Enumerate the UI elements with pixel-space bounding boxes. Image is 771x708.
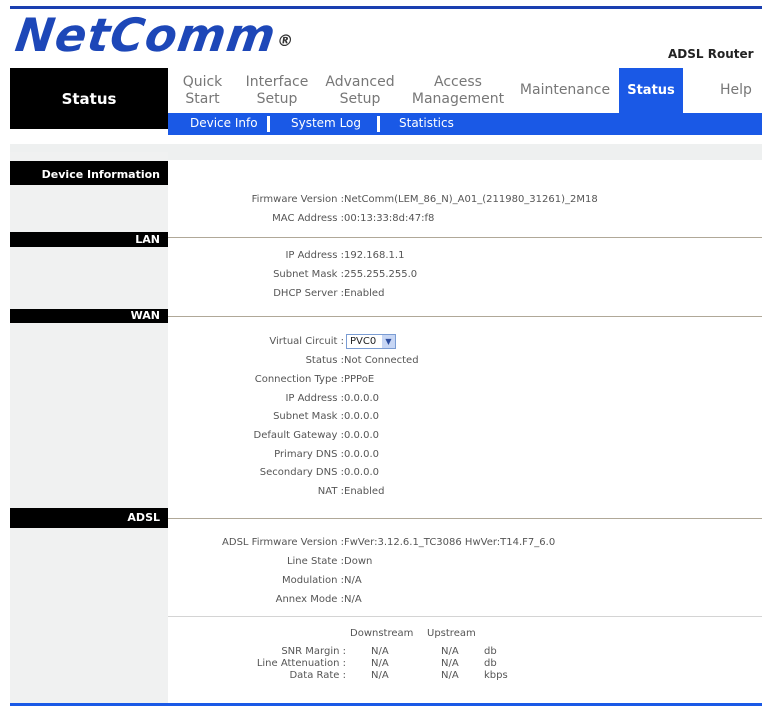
row-lan-ip: IP Address : 192.168.1.1: [168, 250, 762, 266]
conn-type-label: Connection Type :: [254, 374, 344, 385]
row-wan-status: Status : Not Connected: [168, 355, 762, 371]
gateway-value: 0.0.0.0: [344, 430, 379, 441]
row-default-gateway: Default Gateway : 0.0.0.0: [168, 430, 762, 446]
menu-advanced-setup[interactable]: Advanced Setup: [320, 68, 400, 113]
row-connection-type: Connection Type : PPPoE: [168, 374, 762, 390]
section-adsl: ADSL: [10, 508, 168, 528]
col-downstream-header: Downstream: [350, 628, 414, 639]
secondary-dns-label: Secondary DNS :: [259, 467, 344, 478]
netcomm-logo: NetComm®: [12, 8, 298, 62]
col-upstream-header: Upstream: [427, 628, 476, 639]
wan-status-value: Not Connected: [344, 355, 419, 366]
dhcp-label: DHCP Server :: [273, 288, 344, 299]
row-nat: NAT : Enabled: [168, 486, 762, 502]
row-wan-mask: Subnet Mask : 0.0.0.0: [168, 411, 762, 427]
menu-status[interactable]: Status: [619, 68, 683, 113]
menu-maintenance[interactable]: Maintenance: [515, 68, 615, 113]
row-annex-mode: Annex Mode : N/A: [168, 594, 762, 610]
line-state-value: Down: [344, 556, 373, 567]
vc-selected-value: PVC0: [350, 336, 377, 347]
menu-quick-start[interactable]: Quick Start: [175, 68, 230, 113]
section-lan: LAN: [10, 232, 168, 247]
subnav-divider: [377, 116, 380, 132]
registered-mark: ®: [275, 31, 296, 50]
lan-mask-value: 255.255.255.0: [344, 269, 418, 280]
logo-text: NetComm: [12, 8, 280, 62]
modulation-label: Modulation :: [281, 575, 344, 586]
row-line-state: Line State : Down: [168, 556, 762, 572]
lan-ip-value: 192.168.1.1: [344, 250, 405, 261]
section-wan: WAN: [10, 309, 168, 323]
mac-label: MAC Address :: [272, 213, 344, 224]
attenuation-unit: db: [484, 658, 497, 669]
adsl-fw-value: FwVer:3.12.6.1_TC3086 HwVer:T14.F7_6.0: [344, 537, 556, 548]
nav-section-title: Status: [10, 68, 168, 129]
attenuation-downstream: N/A: [371, 658, 389, 669]
section-divider: [168, 237, 762, 238]
snr-downstream: N/A: [371, 646, 389, 657]
virtual-circuit-select[interactable]: PVC0 ▼: [346, 334, 396, 349]
mac-value: 00:13:33:8d:47:f8: [344, 213, 435, 224]
wan-ip-label: IP Address :: [285, 393, 344, 404]
wan-mask-value: 0.0.0.0: [344, 411, 379, 422]
subnav-statistics[interactable]: Statistics: [399, 116, 454, 130]
line-state-label: Line State :: [286, 556, 344, 567]
section-divider: [168, 518, 762, 519]
sub-nav: Device Info System Log Statistics: [168, 113, 762, 135]
data-rate-downstream: N/A: [371, 670, 389, 681]
row-secondary-dns: Secondary DNS : 0.0.0.0: [168, 467, 762, 483]
data-rate-label: Data Rate :: [289, 670, 346, 681]
wan-status-label: Status :: [305, 355, 344, 366]
row-virtual-circuit: Virtual Circuit : PVC0 ▼: [168, 334, 762, 352]
section-device-information: Device Information: [10, 161, 168, 185]
menu-interface-setup[interactable]: Interface Setup: [242, 68, 312, 113]
adsl-fw-label: ADSL Firmware Version :: [222, 537, 344, 548]
snr-label: SNR Margin :: [281, 646, 346, 657]
firmware-label: Firmware Version :: [251, 194, 344, 205]
row-wan-ip: IP Address : 0.0.0.0: [168, 393, 762, 409]
lan-mask-label: Subnet Mask :: [273, 269, 344, 280]
modulation-value: N/A: [344, 575, 362, 586]
section-divider: [168, 316, 762, 317]
menu-access-management[interactable]: Access Management: [408, 68, 508, 113]
chevron-down-icon[interactable]: ▼: [382, 335, 395, 348]
product-name: ADSL Router: [668, 47, 754, 61]
primary-dns-label: Primary DNS :: [274, 449, 344, 460]
dhcp-value: Enabled: [344, 288, 385, 299]
wan-ip-value: 0.0.0.0: [344, 393, 379, 404]
subnav-divider: [267, 116, 270, 132]
adsl-stats-divider: [168, 616, 762, 617]
nat-value: Enabled: [344, 486, 385, 497]
wan-mask-label: Subnet Mask :: [273, 411, 344, 422]
main-nav: Status Quick Start Interface Setup Advan…: [10, 68, 762, 129]
vc-label: Virtual Circuit :: [269, 336, 344, 347]
data-rate-upstream: N/A: [441, 670, 459, 681]
snr-unit: db: [484, 646, 497, 657]
lan-ip-label: IP Address :: [285, 250, 344, 261]
annex-value: N/A: [344, 594, 362, 605]
row-lan-mask: Subnet Mask : 255.255.255.0: [168, 269, 762, 285]
conn-type-value: PPPoE: [344, 374, 375, 385]
primary-dns-value: 0.0.0.0: [344, 449, 379, 460]
row-adsl-firmware: ADSL Firmware Version : FwVer:3.12.6.1_T…: [168, 537, 762, 553]
attenuation-label: Line Attenuation :: [256, 658, 346, 669]
row-firmware-version: Firmware Version : NetComm(LEM_86_N)_A01…: [168, 194, 762, 210]
snr-upstream: N/A: [441, 646, 459, 657]
nat-label: NAT :: [317, 486, 344, 497]
attenuation-upstream: N/A: [441, 658, 459, 669]
secondary-dns-value: 0.0.0.0: [344, 467, 379, 478]
gateway-label: Default Gateway :: [253, 430, 344, 441]
annex-label: Annex Mode :: [275, 594, 344, 605]
bottom-rule: [10, 703, 762, 706]
row-dhcp-server: DHCP Server : Enabled: [168, 288, 762, 304]
menu-help[interactable]: Help: [710, 68, 762, 113]
data-rate-unit: kbps: [484, 670, 508, 681]
row-modulation: Modulation : N/A: [168, 575, 762, 591]
row-mac-address: MAC Address : 00:13:33:8d:47:f8: [168, 213, 762, 229]
subnav-device-info[interactable]: Device Info: [190, 116, 258, 130]
firmware-value: NetComm(LEM_86_N)_A01_(211980_31261)_2M1…: [344, 194, 598, 205]
row-primary-dns: Primary DNS : 0.0.0.0: [168, 449, 762, 465]
subnav-system-log[interactable]: System Log: [291, 116, 361, 130]
